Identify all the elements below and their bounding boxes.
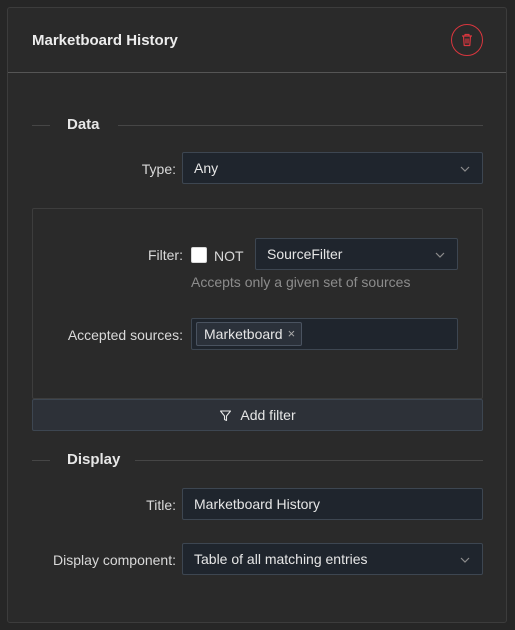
title-label: Title:: [146, 497, 176, 513]
data-section-divider: Data: [32, 116, 483, 136]
title-input[interactable]: Marketboard History: [182, 488, 483, 520]
delete-button[interactable]: [451, 24, 483, 56]
chevron-down-icon: [460, 166, 470, 172]
display-section-divider: Display: [32, 451, 483, 471]
display-component-select[interactable]: Table of all matching entries: [182, 543, 483, 575]
source-tag-label: Marketboard: [204, 326, 283, 342]
marketboard-history-panel: Marketboard History Data Type: Any Filte…: [7, 7, 507, 623]
display-section-heading: Display: [67, 451, 121, 468]
display-component-label: Display component:: [53, 552, 176, 568]
filter-type-value: SourceFilter: [267, 246, 343, 262]
type-select-value: Any: [194, 160, 219, 176]
chevron-down-icon: [460, 557, 470, 563]
chevron-down-icon: [435, 252, 445, 258]
filter-icon: [220, 409, 232, 421]
source-tag-marketboard: Marketboard ×: [196, 322, 303, 346]
filter-help-text: Accepts only a given set of sources: [191, 274, 411, 290]
not-checkbox[interactable]: [191, 247, 207, 263]
trash-icon: [462, 33, 472, 47]
display-component-value: Table of all matching entries: [194, 551, 368, 567]
data-section-heading: Data: [67, 116, 100, 133]
accepted-sources-label: Accepted sources:: [67, 327, 183, 343]
remove-tag-icon[interactable]: ×: [288, 323, 296, 345]
add-filter-label: Add filter: [240, 407, 296, 423]
add-filter-button[interactable]: Add filter: [32, 399, 483, 431]
type-select[interactable]: Any: [182, 152, 483, 184]
title-input-value: Marketboard History: [194, 496, 321, 512]
filter-type-select[interactable]: SourceFilter: [255, 238, 458, 270]
panel-title: Marketboard History: [32, 32, 178, 49]
accepted-sources-select[interactable]: Marketboard ×: [191, 318, 458, 350]
not-label: NOT: [214, 248, 244, 264]
filter-label: Filter:: [147, 247, 183, 263]
type-label: Type:: [141, 161, 176, 177]
filter-box: Filter: NOT SourceFilter Accepts only a …: [32, 208, 483, 399]
panel-header: Marketboard History: [8, 8, 506, 73]
